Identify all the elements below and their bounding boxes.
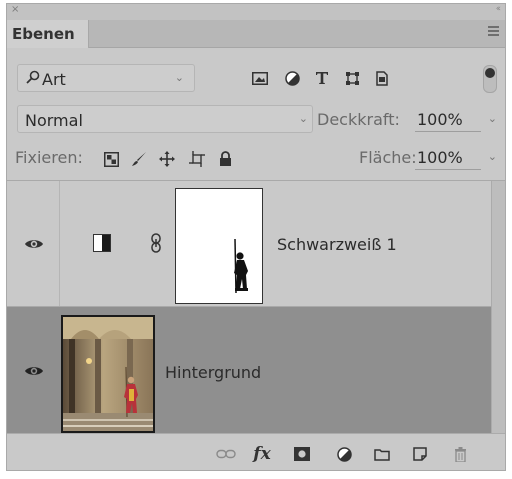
opacity-chevron-icon[interactable]: ⌄	[488, 112, 497, 125]
new-layer-icon[interactable]	[409, 444, 431, 464]
chevron-down-icon: ⌄	[298, 112, 308, 125]
opacity-input[interactable]: 100%	[417, 110, 463, 129]
filter-adjustment-layer-icon[interactable]	[281, 67, 303, 89]
panel-titlebar: × ‹‹	[7, 4, 505, 20]
link-layers-icon[interactable]	[215, 444, 237, 464]
lock-transparent-pixels-icon[interactable]	[101, 149, 121, 169]
filter-kind-select[interactable]: Art ⌄	[17, 64, 195, 92]
layer-mask-thumbnail[interactable]	[175, 188, 263, 304]
filter-row: Art ⌄	[7, 58, 505, 98]
layer-name[interactable]: Schwarzweiß 1	[277, 235, 397, 254]
filter-type-layer-icon[interactable]	[311, 67, 333, 89]
layer-name[interactable]: Hintergrund	[165, 363, 261, 382]
layer-style-fx-icon[interactable]: fx	[251, 444, 273, 464]
fill-label: Fläche:	[359, 148, 417, 167]
add-mask-icon[interactable]	[291, 444, 313, 464]
link-chain-icon[interactable]	[151, 233, 161, 253]
filter-kind-label: Art	[42, 70, 66, 89]
tab-layers[interactable]: Ebenen	[7, 20, 89, 48]
new-group-folder-icon[interactable]	[371, 444, 393, 464]
layer-row-schwarzweiss[interactable]: Schwarzweiß 1	[7, 181, 493, 307]
filter-smart-object-icon[interactable]	[371, 67, 393, 89]
opacity-underline	[415, 131, 481, 132]
blend-row: Normal ⌄ Deckkraft: 100% ⌄	[7, 102, 505, 136]
collapse-panel-icon[interactable]: ‹‹	[496, 4, 501, 14]
new-adjustment-layer-icon[interactable]	[333, 444, 355, 464]
layers-panel: × ‹‹ Ebenen Art ⌄ Normal ⌄ Deckkraft: 10…	[6, 3, 506, 471]
layers-bottom-toolbar: fx	[7, 433, 505, 470]
visibility-eye-icon[interactable]	[24, 238, 44, 250]
lock-image-pixels-icon[interactable]	[129, 149, 149, 169]
lock-label: Fixieren:	[15, 148, 83, 167]
panel-menu-icon[interactable]	[488, 26, 499, 38]
panel-tabbar: Ebenen	[7, 20, 505, 48]
opacity-label: Deckkraft:	[317, 110, 400, 129]
lock-all-icon[interactable]	[215, 149, 235, 169]
layer-separator	[59, 181, 60, 306]
fill-input[interactable]: 100%	[417, 148, 463, 167]
blend-mode-label: Normal	[25, 111, 83, 130]
mask-silhouette	[234, 238, 248, 294]
layer-image-thumbnail[interactable]	[61, 315, 155, 433]
close-panel-icon[interactable]: ×	[11, 4, 19, 15]
visibility-eye-icon[interactable]	[24, 365, 44, 377]
search-icon	[26, 70, 40, 88]
black-white-adjustment-icon[interactable]	[93, 234, 111, 252]
layer-row-hintergrund[interactable]: Hintergrund	[7, 307, 493, 433]
lock-artboard-icon[interactable]	[187, 149, 207, 169]
lock-position-icon[interactable]	[157, 149, 177, 169]
chevron-down-icon: ⌄	[174, 71, 184, 84]
thumbnail-photo	[63, 317, 153, 431]
blend-mode-select[interactable]: Normal ⌄	[17, 105, 313, 133]
filter-pixel-layer-icon[interactable]	[249, 67, 271, 89]
fill-chevron-icon[interactable]: ⌄	[488, 150, 497, 163]
lock-row: Fixieren: Fläche: 100% ⌄	[7, 141, 505, 175]
layers-list: Schwarzweiß 1 Hintergrund	[7, 181, 493, 433]
layers-scrollbar[interactable]	[491, 181, 505, 433]
fill-underline	[415, 169, 481, 170]
filter-toggle-switch[interactable]	[483, 65, 497, 93]
filter-shape-layer-icon[interactable]	[341, 67, 363, 89]
delete-layer-trash-icon[interactable]	[449, 444, 471, 464]
